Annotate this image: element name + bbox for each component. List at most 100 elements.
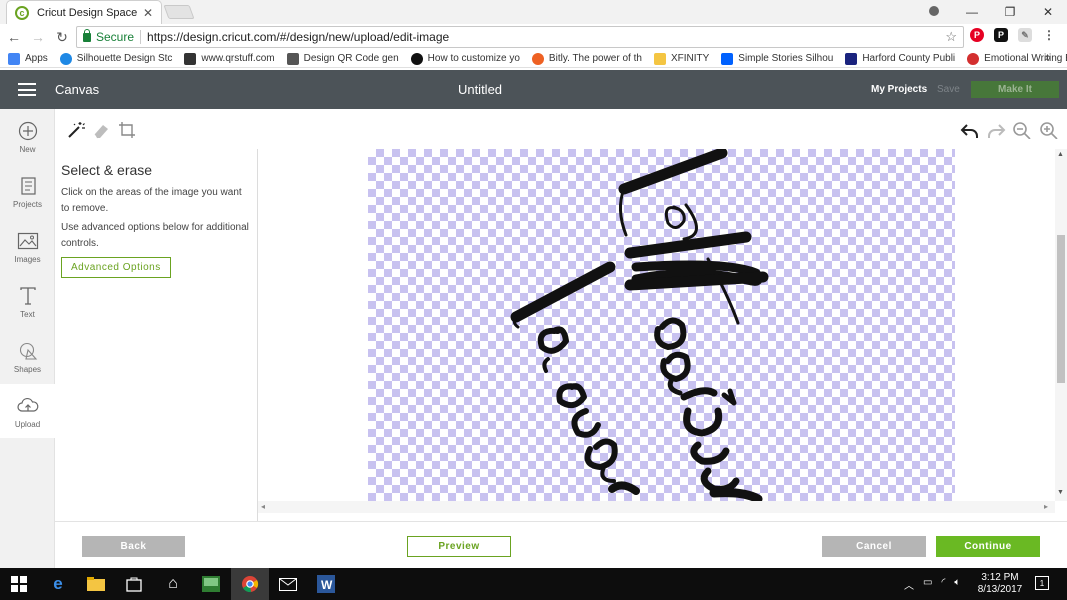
shapes-icon — [19, 342, 37, 360]
bookmark-silhouette[interactable]: Silhouette Design Stc — [59, 52, 172, 65]
scroll-down-icon[interactable]: ▼ — [1057, 489, 1064, 496]
clock-date: 8/13/2017 — [977, 584, 1023, 595]
folder-icon — [653, 52, 666, 65]
url-input[interactable]: Secure https://design.cricut.com/#/desig… — [76, 26, 964, 48]
redo-icon[interactable] — [986, 121, 1006, 139]
sidebar-item-projects[interactable]: Projects — [0, 164, 55, 218]
bookmark-emotional-writing[interactable]: Emotional Writing BS — [967, 52, 1067, 65]
url-text: https://design.cricut.com/#/design/new/u… — [147, 30, 450, 44]
close-window-button[interactable]: ✕ — [1029, 5, 1067, 19]
zoom-out-icon[interactable] — [1012, 121, 1032, 139]
apps-grid-icon — [8, 52, 20, 65]
dropbox-icon — [721, 52, 734, 65]
qrstuff-icon — [184, 52, 197, 65]
sidebar-item-images[interactable]: Images — [0, 219, 55, 273]
bookmark-apps[interactable]: Apps — [8, 52, 48, 65]
volume-icon[interactable]: 🔈︎ — [954, 577, 960, 592]
battery-icon[interactable]: ▭ — [923, 577, 932, 592]
tray-expand-icon[interactable]: ︿ — [904, 577, 914, 592]
footer-bar: Back Preview Cancel Continue — [55, 521, 1067, 568]
sidebar-item-shapes[interactable]: Shapes — [0, 329, 55, 383]
lock-icon — [83, 28, 91, 42]
edge-icon[interactable]: e — [48, 574, 68, 594]
magic-wand-icon[interactable] — [67, 121, 85, 139]
qr-icon — [286, 52, 299, 65]
library-icon — [845, 52, 858, 65]
scroll-right-icon[interactable]: ▸ — [1044, 502, 1048, 511]
scroll-up-icon[interactable]: ▲ — [1057, 151, 1064, 158]
chrome-icon[interactable] — [240, 574, 260, 594]
eraser-icon[interactable] — [92, 121, 110, 139]
forward-arrow-icon[interactable]: → — [28, 29, 48, 45]
vertical-scroll-thumb[interactable] — [1057, 235, 1065, 383]
home-icon[interactable]: ⌂ — [163, 574, 183, 594]
word-icon[interactable]: W — [316, 574, 336, 594]
crop-icon[interactable] — [118, 121, 136, 139]
mail-icon[interactable] — [278, 574, 298, 594]
scroll-left-icon[interactable]: ◂ — [261, 502, 265, 511]
bookmark-star-icon[interactable]: ☆ — [945, 29, 957, 45]
browser-tab[interactable]: c Cricut Design Space ✕ — [6, 0, 162, 24]
extension-icon[interactable]: ✎ — [1018, 28, 1032, 42]
bookmarks-bar: Apps Silhouette Design Stc www.qrstuff.c… — [0, 50, 1067, 68]
zoom-in-icon[interactable] — [1039, 121, 1059, 139]
svg-text:W: W — [321, 578, 333, 592]
left-sidebar: New Projects Images Text Shapes Upload — [0, 109, 55, 568]
image-work-area: ▲ ▼ ◂ ▸ — [258, 149, 1067, 521]
cancel-button[interactable]: Cancel — [822, 536, 926, 557]
my-projects-link[interactable]: My Projects — [871, 84, 927, 95]
preview-button[interactable]: Preview — [407, 536, 511, 557]
emotional-writing-icon — [967, 52, 980, 65]
make-it-button[interactable]: Make It — [971, 81, 1059, 98]
horizontal-scrollbar[interactable]: ◂ ▸ — [258, 501, 1055, 513]
bookmark-simple-stories[interactable]: Simple Stories Silhou — [721, 52, 833, 65]
taskbar-clock[interactable]: 3:12 PM 8/13/2017 — [976, 572, 1024, 596]
bookmark-xfinity[interactable]: XFINITY — [653, 52, 709, 65]
bookmarks-more-icon[interactable]: » — [1045, 52, 1051, 64]
vertical-scrollbar[interactable]: ▲ ▼ — [1055, 149, 1067, 501]
continue-button[interactable]: Continue — [936, 536, 1040, 557]
sidebar-item-text[interactable]: Text — [0, 274, 55, 328]
back-arrow-icon[interactable]: ← — [4, 29, 24, 45]
upload-cloud-icon — [16, 397, 38, 412]
sidebar-item-new[interactable]: New — [0, 109, 55, 163]
bookmark-how-to-customize[interactable]: How to customize yo — [410, 52, 520, 65]
plus-circle-icon — [18, 121, 37, 141]
advanced-options-button[interactable]: Advanced Options — [61, 257, 171, 278]
chrome-menu-icon[interactable]: ⋮ — [1042, 28, 1056, 42]
document-title: Untitled — [457, 82, 503, 97]
panel-instruction-2: Use advanced options below for additiona… — [61, 222, 249, 249]
save-button[interactable]: Save — [937, 84, 960, 95]
reload-icon[interactable]: ↻ — [52, 29, 72, 46]
profile-icon[interactable] — [915, 5, 953, 19]
photos-icon[interactable] — [201, 574, 221, 594]
bookmark-bitly[interactable]: Bitly. The power of th — [531, 52, 642, 65]
pinterest-extension-icon[interactable]: P — [970, 28, 984, 42]
file-explorer-icon[interactable] — [86, 574, 106, 594]
store-icon[interactable] — [124, 574, 144, 594]
undo-icon[interactable] — [960, 121, 980, 139]
bookmark-harford-county[interactable]: Harford County Publi — [845, 52, 955, 65]
back-button[interactable]: Back — [82, 536, 185, 557]
address-bar-row: ← → ↻ Secure https://design.cricut.com/#… — [0, 24, 1067, 50]
action-center-icon[interactable]: 1 — [1035, 576, 1049, 590]
sidebar-item-upload[interactable]: Upload — [0, 384, 55, 438]
windows-start-icon[interactable] — [9, 574, 29, 594]
network-icon[interactable]: ◜ — [941, 577, 945, 592]
bookmark-design-qr[interactable]: Design QR Code gen — [286, 52, 399, 65]
secure-label: Secure — [96, 30, 135, 44]
new-tab-button[interactable] — [163, 5, 195, 19]
panel-instruction-1: Click on the areas of the image you want… — [61, 187, 242, 214]
system-tray: ︿ ▭ ◜ 🔈︎ — [904, 577, 960, 592]
tab-close-icon[interactable]: ✕ — [143, 6, 153, 20]
edit-toolbar — [55, 109, 1067, 149]
minimize-button[interactable]: — — [953, 5, 991, 19]
select-erase-panel: Select & erase Click on the areas of the… — [55, 149, 258, 521]
silhouette-icon — [59, 52, 72, 65]
restore-button[interactable]: ❐ — [991, 5, 1029, 19]
image-canvas[interactable] — [368, 149, 955, 501]
bookmark-qrstuff[interactable]: www.qrstuff.com — [184, 52, 275, 65]
clock-time: 3:12 PM — [981, 572, 1019, 583]
tab-title: Cricut Design Space — [37, 6, 138, 19]
p-extension-icon[interactable]: P — [994, 28, 1008, 42]
